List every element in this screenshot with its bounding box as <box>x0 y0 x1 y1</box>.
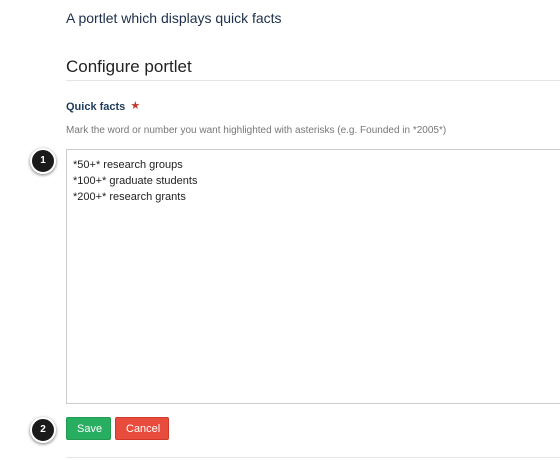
required-star-icon: ★ <box>130 100 141 112</box>
quick-facts-label: Quick facts ★ <box>66 99 140 113</box>
quick-facts-textarea[interactable]: *50+* research groups *100+* graduate st… <box>66 149 560 404</box>
section-divider <box>66 80 560 81</box>
section-title: Configure portlet <box>66 57 192 76</box>
quick-facts-line: *100+* graduate students <box>73 175 198 187</box>
quick-facts-help-text: Mark the word or number you want highlig… <box>66 125 447 136</box>
callout-marker-2: 2 <box>30 417 56 443</box>
quick-facts-line: *200+* research grants <box>73 191 186 203</box>
bottom-divider <box>66 457 560 458</box>
quick-facts-line: *50+* research groups <box>73 159 183 171</box>
portlet-description: A portlet which displays quick facts <box>66 10 282 26</box>
configure-portlet-page: A portlet which displays quick facts Con… <box>0 0 560 460</box>
quick-facts-label-text: Quick facts <box>66 101 126 113</box>
cancel-button[interactable]: Cancel <box>115 417 169 440</box>
callout-marker-1: 1 <box>30 148 56 174</box>
save-button[interactable]: Save <box>66 417 111 440</box>
